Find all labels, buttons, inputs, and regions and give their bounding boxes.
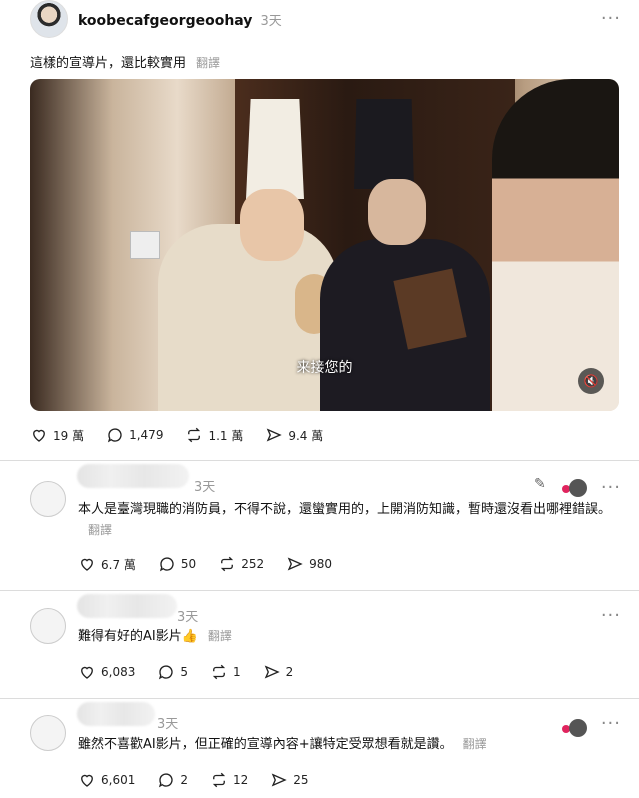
repost-icon [212,664,226,680]
send-icon [271,773,287,787]
heart-icon [81,558,93,571]
share-count: 980 [309,557,332,571]
post-time: 3天 [260,14,282,29]
comment-actions: 6.7 萬 50 252 980 [78,555,354,573]
comment-item: 3天 ✎ ··· 本人是臺灣現職的消防員，不得不說，還蠻實用的，上開消防知識，暫… [0,461,639,589]
comment-actions: 6,083 5 1 2 [78,663,315,681]
more-options-icon[interactable]: ··· [601,605,621,626]
comment-count: 1,479 [129,428,164,442]
reply-button[interactable]: 2 [157,771,188,789]
blurred-username [77,702,155,726]
speaker-muted-icon[interactable]: 🔇 [578,368,604,394]
comment-actions: 6,601 2 12 25 [78,771,331,789]
video-face-black [368,179,426,245]
repost-count: 1.1 萬 [208,428,244,443]
post-text: 這樣的宣導片，還比較實用 [30,56,187,71]
comment-text: 本人是臺灣現職的消防員，不得不說，還蠻實用的，上開消防知識，暫時還沒看出哪裡錯誤… [78,499,623,541]
video-subtitle: 来接您的 [296,360,353,376]
repost-button[interactable]: 1 [210,663,241,681]
share-count: 25 [293,773,309,787]
send-icon [287,557,303,571]
share-button[interactable]: 980 [286,555,332,573]
more-options-icon[interactable]: ··· [601,8,621,29]
reply-button[interactable]: 50 [158,555,196,573]
author-avatar-badge [569,479,587,497]
share-button[interactable]: 9.4 萬 [265,426,323,444]
comment-time: 3天 [194,480,216,495]
repost-icon [188,427,201,443]
share-count: 9.4 萬 [288,428,324,443]
repost-button[interactable]: 252 [218,555,264,573]
speech-bubble-icon [159,773,173,788]
translate-link[interactable]: 翻譯 [196,56,220,70]
share-button[interactable]: 2 [263,663,294,681]
video-black-hat [354,99,414,189]
heart-icon [81,774,93,787]
share-count: 2 [285,665,294,679]
repost-icon [212,772,226,788]
repost-icon [221,556,234,572]
heart-icon [81,666,93,679]
send-icon [264,665,280,679]
commenter-avatar[interactable] [30,715,66,751]
comment-item: 3天 ··· 雖然不喜歡AI影片，但正確的宣導內容+讓特定受眾想看就是讚。 翻譯 … [0,699,639,798]
comment-text: 難得有好的AI影片👍 翻譯 [78,626,623,647]
translate-link[interactable]: 翻譯 [208,629,232,643]
repost-count: 12 [233,773,249,787]
translate-link[interactable]: 翻譯 [88,523,112,537]
repost-count: 252 [241,557,265,571]
author-name[interactable]: koobecafgeorgeoohay [78,13,252,29]
like-button[interactable]: 6,601 [78,771,135,789]
repost-count: 1 [233,665,241,679]
more-options-icon[interactable]: ··· [601,713,621,734]
comment-item: 3天 ··· 難得有好的AI影片👍 翻譯 6,083 5 1 2 [0,591,639,697]
like-count: 6.7 萬 [101,557,136,572]
reply-count: 5 [180,665,188,679]
speech-bubble-icon [107,428,122,443]
like-count: 6,601 [101,773,136,787]
commenter-avatar[interactable] [30,608,66,644]
like-button[interactable]: 6,083 [78,663,135,681]
repost-button[interactable]: 1.1 萬 [185,426,243,444]
repost-button[interactable]: 12 [210,771,248,789]
main-post: koobecafgeorgeoohay 3天 ··· 這樣的宣導片，還比較實用 翻譯… [0,0,639,456]
comment-time: 3天 [177,610,199,625]
like-button[interactable]: 19 萬 [30,426,84,444]
blurred-username [77,464,189,488]
post-text-row: 這樣的宣導片，還比較實用 翻譯 [30,52,220,71]
like-count: 19 萬 [53,428,85,443]
like-count: 6,083 [101,665,136,679]
blurred-username [77,594,177,618]
post-actions: 19 萬 1,479 1.1 萬 9.4 萬 [30,426,345,444]
comment-body: 雖然不喜歡AI影片，但正確的宣導內容+讓特定受眾想看就是讚。 [78,737,453,752]
more-options-icon[interactable]: ··· [601,477,621,498]
comment-button[interactable]: 1,479 [106,426,163,444]
video-white-hat [246,99,304,199]
video-wall-switch [130,231,160,259]
send-icon [267,428,283,442]
author-avatar[interactable] [30,0,68,38]
share-button[interactable]: 25 [270,771,309,789]
video-face-white [240,189,304,261]
translate-link[interactable]: 翻譯 [463,737,487,751]
comment-body: 本人是臺灣現職的消防員，不得不說，還蠻實用的，上開消防知識，暫時還沒看出哪裡錯誤… [78,502,612,517]
comment-text: 雖然不喜歡AI影片，但正確的宣導內容+讓特定受眾想看就是讚。 翻譯 [78,734,623,755]
commenter-avatar[interactable] [30,481,66,517]
author-username[interactable]: koobecafgeorgeoohay 3天 [78,10,282,29]
comment-body: 難得有好的AI影片 [78,629,182,644]
like-button[interactable]: 6.7 萬 [78,555,136,573]
video-player[interactable]: 来接您的 🔇 [30,79,619,411]
pencil-icon[interactable]: ✎ [534,476,546,492]
comment-time: 3天 [157,717,179,732]
reply-count: 50 [180,557,197,571]
speech-bubble-icon [159,665,173,680]
thumbs-up-emoji: 👍 [181,629,198,644]
speech-bubble-icon [159,557,174,572]
reply-button[interactable]: 5 [157,663,188,681]
heart-icon [33,429,45,442]
reply-count: 2 [180,773,188,787]
